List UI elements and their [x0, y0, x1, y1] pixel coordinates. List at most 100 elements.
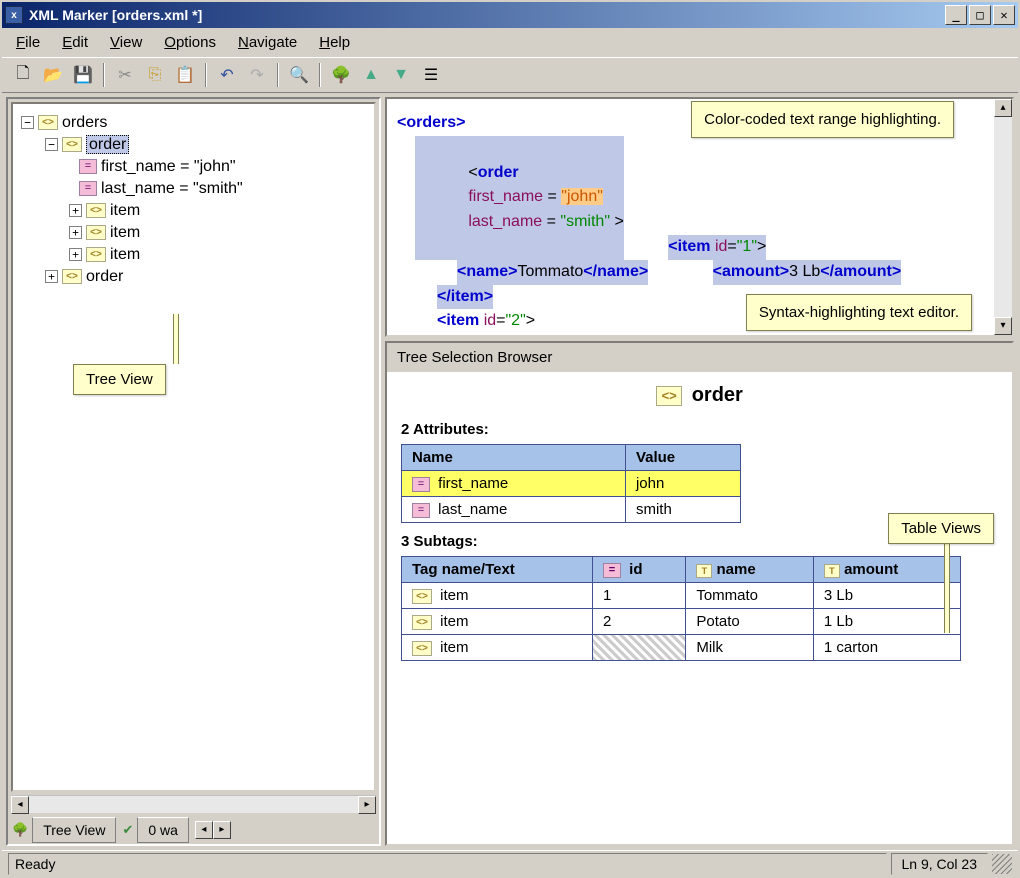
tree-tab-icon: 🌳	[12, 822, 28, 838]
cell-value: smith	[625, 497, 740, 523]
tree-attr-first-name[interactable]: first_name = "john"	[101, 158, 236, 175]
xml-editor[interactable]: Color-coded text range highlighting. <or…	[387, 99, 994, 335]
col-id[interactable]: = id	[593, 557, 686, 583]
scroll-right-icon[interactable]: ▸	[358, 796, 376, 814]
nav-down-icon[interactable]: ▼	[387, 61, 415, 89]
toolbar: 🗋 📂 💾 ✂ ⎘ 📋 ↶ ↷ 🔍 🌳 ▲ ▼ ☰	[2, 57, 1018, 93]
vertical-scrollbar[interactable]: ▴ ▾	[994, 99, 1012, 335]
open-file-icon[interactable]: 📂	[39, 61, 67, 89]
paste-icon[interactable]: 📋	[171, 61, 199, 89]
xml-tag: order	[478, 164, 519, 181]
tree-view[interactable]: −<>orders −<>order =first_name = "john" …	[11, 102, 376, 792]
tree-panel: −<>orders −<>order =first_name = "john" …	[6, 97, 381, 846]
col-tagname[interactable]: Tag name/Text	[402, 557, 593, 583]
col-amount[interactable]: T amount	[813, 557, 960, 583]
xml-tag: </amount>	[820, 263, 901, 280]
cell-tag: item	[440, 613, 468, 630]
menu-help[interactable]: Help	[309, 31, 360, 54]
tree-node-item[interactable]: item	[110, 202, 140, 219]
scroll-down-icon[interactable]: ▾	[994, 317, 1012, 335]
find-icon[interactable]: 🔍	[285, 61, 313, 89]
table-row[interactable]: = first_name john	[402, 471, 741, 497]
menu-navigate[interactable]: Navigate	[228, 31, 307, 54]
expand-icon[interactable]: +	[69, 204, 82, 217]
menu-file[interactable]: File	[6, 31, 50, 54]
collapse-icon[interactable]: −	[21, 116, 34, 129]
table-row[interactable]: = last_name smith	[402, 497, 741, 523]
outline-icon[interactable]: ☰	[417, 61, 445, 89]
tag-icon: <>	[412, 615, 432, 630]
menu-view[interactable]: View	[100, 31, 152, 54]
xml-attr: last_name	[468, 213, 542, 230]
redo-icon[interactable]: ↷	[243, 61, 271, 89]
tag-icon: <>	[412, 641, 432, 656]
callout-table-views: Table Views	[888, 513, 994, 544]
scroll-left-icon[interactable]: ◂	[11, 796, 29, 814]
text-icon: T	[696, 564, 712, 578]
maximize-button[interactable]: □	[969, 5, 991, 25]
col-name[interactable]: T name	[686, 557, 814, 583]
status-position: Ln 9, Col 23	[891, 853, 989, 875]
callout-stem	[944, 543, 950, 633]
table-row[interactable]: <> item Milk 1 carton	[402, 635, 961, 661]
tree-node-item[interactable]: item	[110, 224, 140, 241]
tree-node-order[interactable]: order	[86, 268, 123, 285]
tree-node-orders[interactable]: orders	[62, 114, 107, 131]
resize-grip-icon[interactable]	[992, 854, 1012, 874]
tab-warnings[interactable]: 0 wa	[137, 817, 189, 843]
callout-tree-view: Tree View	[73, 364, 166, 395]
close-button[interactable]: ✕	[993, 5, 1015, 25]
right-pane: Color-coded text range highlighting. <or…	[385, 97, 1014, 846]
tree-attr-last-name[interactable]: last_name = "smith"	[101, 180, 243, 197]
tree-icon[interactable]: 🌳	[327, 61, 355, 89]
cell-id: 2	[593, 609, 686, 635]
save-icon[interactable]: 💾	[69, 61, 97, 89]
window-title: XML Marker [orders.xml *]	[29, 7, 943, 23]
attribute-icon: =	[79, 159, 97, 174]
app-icon: x	[5, 6, 23, 24]
attribute-icon: =	[79, 181, 97, 196]
menu-edit[interactable]: Edit	[52, 31, 98, 54]
new-file-icon[interactable]: 🗋	[9, 61, 37, 89]
tab-scroll-right-icon[interactable]: ▸	[213, 821, 231, 839]
nav-up-icon[interactable]: ▲	[357, 61, 385, 89]
xml-tag: </item>	[437, 288, 493, 305]
cut-icon[interactable]: ✂	[111, 61, 139, 89]
col-name[interactable]: Name	[402, 445, 626, 471]
cell-tag: item	[440, 639, 468, 656]
expand-icon[interactable]: +	[69, 226, 82, 239]
subtags-table: Tag name/Text = id T name T amount <> it…	[401, 556, 961, 661]
xml-value: "1"	[737, 238, 757, 255]
expand-icon[interactable]: +	[45, 270, 58, 283]
col-value[interactable]: Value	[625, 445, 740, 471]
attribute-icon: =	[412, 477, 430, 492]
table-row[interactable]: <> item 1 Tommato 3 Lb	[402, 583, 961, 609]
cell-tag: item	[440, 587, 468, 604]
separator	[319, 63, 321, 87]
tag-icon: <>	[86, 225, 106, 240]
browser-body: <> order 2 Attributes: NameValue = first…	[387, 372, 1012, 844]
xml-tag: <item	[437, 312, 479, 329]
horizontal-scrollbar[interactable]: ◂ ▸	[11, 795, 376, 813]
undo-icon[interactable]: ↶	[213, 61, 241, 89]
scroll-up-icon[interactable]: ▴	[994, 99, 1012, 117]
separator	[205, 63, 207, 87]
tab-scroll-left-icon[interactable]: ◂	[195, 821, 213, 839]
cell-name: Milk	[686, 635, 814, 661]
tab-tree-view[interactable]: Tree View	[32, 817, 116, 843]
tree-node-order-selected[interactable]: order	[86, 135, 129, 154]
minimize-button[interactable]: _	[945, 5, 967, 25]
xml-text: 3 Lb	[789, 263, 820, 280]
xml-attr: id	[484, 312, 496, 329]
xml-tag: <amount>	[713, 263, 789, 280]
copy-icon[interactable]: ⎘	[141, 61, 169, 89]
titlebar[interactable]: x XML Marker [orders.xml *] _ □ ✕	[2, 2, 1018, 28]
cell-amount: 3 Lb	[813, 583, 960, 609]
menubar: File Edit View Options Navigate Help	[2, 28, 1018, 57]
tree-node-item[interactable]: item	[110, 246, 140, 263]
cell-name: first_name	[438, 475, 508, 492]
expand-icon[interactable]: +	[69, 248, 82, 261]
menu-options[interactable]: Options	[154, 31, 226, 54]
table-row[interactable]: <> item 2 Potato 1 Lb	[402, 609, 961, 635]
collapse-icon[interactable]: −	[45, 138, 58, 151]
